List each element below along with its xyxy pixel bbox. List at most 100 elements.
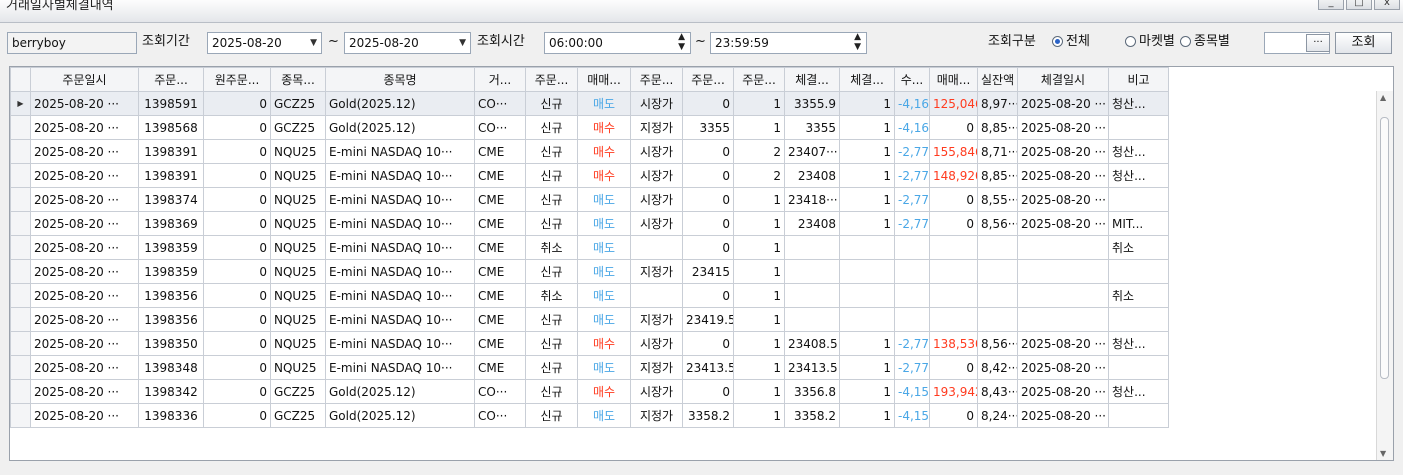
column-header-order-price[interactable]: 주문...: [682, 67, 734, 92]
row-header[interactable]: [10, 115, 31, 140]
minimize-button[interactable]: _: [1318, 0, 1344, 10]
column-header-order-no[interactable]: 주문...: [138, 67, 204, 92]
cell-fill-datetime: [1017, 259, 1109, 284]
column-header-fee[interactable]: 수...: [894, 67, 930, 92]
cell-symbol-name: E-mini NASDAQ 10···: [325, 139, 475, 164]
up-down-arrows-icon[interactable]: ▲ ▼: [854, 33, 861, 52]
cell-order-kind: 신규: [525, 403, 578, 428]
column-header-order-kind[interactable]: 주문...: [525, 67, 578, 92]
table-row[interactable]: 2025-08-20 ··· 1398391 0 NQU25 E-mini NASDAQ…: [10, 139, 1169, 164]
cell-fill-datetime: 2025-08-20 ···: [1017, 331, 1109, 356]
cell-order-datetime: 2025-08-20 ···: [30, 379, 139, 404]
row-header[interactable]: [10, 259, 31, 284]
column-header-fill-datetime[interactable]: 체결일시: [1017, 67, 1109, 92]
triangle-right-icon[interactable]: ▶: [10, 91, 31, 116]
table-row[interactable]: 2025-08-20 ··· 1398359 0 NQU25 E-mini NASDAQ…: [10, 259, 1169, 284]
date-to-dropdown[interactable]: 2025-08-20 ▼: [344, 32, 471, 54]
cell-symbol-code: GCZ25: [270, 379, 326, 404]
row-header[interactable]: [10, 211, 31, 236]
cell-fill-price: 3356.8: [784, 379, 840, 404]
up-down-arrows-icon[interactable]: ▲ ▼: [678, 33, 685, 52]
cell-fill-datetime: [1017, 307, 1109, 332]
row-header[interactable]: [10, 187, 31, 212]
scroll-up-icon[interactable]: ▲: [1380, 93, 1386, 102]
cell-symbol-code: NQU25: [270, 259, 326, 284]
cell-order-datetime: 2025-08-20 ···: [30, 403, 139, 428]
cell-order-qty: 1: [733, 115, 785, 140]
column-header-fill-price[interactable]: 체결...: [784, 67, 840, 92]
maximize-button[interactable]: □: [1346, 0, 1372, 10]
column-header-symbol-code[interactable]: 종목...: [270, 67, 326, 92]
scrollbar-thumb[interactable]: [1380, 117, 1389, 379]
column-header-exchange[interactable]: 거...: [474, 67, 526, 92]
row-header[interactable]: [10, 331, 31, 356]
column-header-real-balance[interactable]: 실잔액: [977, 67, 1018, 92]
cell-order-qty: 1: [733, 379, 785, 404]
row-header[interactable]: [10, 379, 31, 404]
cell-order-datetime: 2025-08-20 ···: [30, 355, 139, 380]
column-header-order-qty[interactable]: 주문...: [733, 67, 785, 92]
cell-fill-qty: 1: [839, 379, 895, 404]
cell-side: 매도: [577, 187, 631, 212]
row-header[interactable]: [10, 403, 31, 428]
time-to-spinner[interactable]: 23:59:59 ▲ ▼: [710, 32, 867, 54]
cell-orig-order-no: 0: [203, 331, 271, 356]
row-header[interactable]: [10, 139, 31, 164]
cell-orig-order-no: 0: [203, 211, 271, 236]
table-row[interactable]: 2025-08-20 ··· 1398348 0 NQU25 E-mini NASDAQ…: [10, 355, 1169, 380]
date-from-dropdown[interactable]: 2025-08-20 ▼: [207, 32, 322, 54]
cell-order-type: 시장가: [630, 139, 683, 164]
table-row[interactable]: 2025-08-20 ··· 1398342 0 GCZ25 Gold(2025.12)…: [10, 379, 1169, 404]
cell-order-type: 시장가: [630, 163, 683, 188]
radio-all[interactable]: 전체: [1052, 32, 1090, 54]
row-header[interactable]: [10, 283, 31, 308]
cell-fill-price: [784, 307, 840, 332]
table-row[interactable]: 2025-08-20 ··· 1398356 0 NQU25 E-mini NASDAQ…: [10, 283, 1169, 308]
cell-symbol-code: NQU25: [270, 283, 326, 308]
cell-fill-datetime: 2025-08-20 ···: [1017, 163, 1109, 188]
table-row[interactable]: 2025-08-20 ··· 1398350 0 NQU25 E-mini NASDAQ…: [10, 331, 1169, 356]
table-row[interactable]: ▶ 2025-08-20 ··· 1398591 0 GCZ25 Gold(2025.12…: [10, 91, 1169, 116]
cell-trade-pnl: [929, 259, 978, 284]
scroll-down-icon[interactable]: ▼: [1380, 449, 1386, 458]
row-header[interactable]: [10, 355, 31, 380]
table-row[interactable]: 2025-08-20 ··· 1398356 0 NQU25 E-mini NASDAQ…: [10, 307, 1169, 332]
close-button[interactable]: x: [1374, 0, 1400, 10]
cell-remarks: [1108, 355, 1169, 380]
row-header[interactable]: [10, 235, 31, 260]
column-header-side[interactable]: 매매...: [577, 67, 631, 92]
column-header-trade-pnl[interactable]: 매매...: [929, 67, 978, 92]
cell-real-balance: [977, 307, 1018, 332]
cell-order-datetime: 2025-08-20 ···: [30, 235, 139, 260]
cell-fee: [894, 235, 930, 260]
query-toolbar: berryboy 조회기간 2025-08-20 ▼ ~ 2025-08-20 …: [0, 30, 1403, 58]
column-header-fill-qty[interactable]: 체결...: [839, 67, 895, 92]
cell-fill-price: [784, 235, 840, 260]
cell-real-balance: 8,42···: [977, 355, 1018, 380]
radio-symbol[interactable]: 종목별: [1180, 32, 1230, 54]
cell-order-type: [630, 235, 683, 260]
column-header-remarks[interactable]: 비고: [1108, 67, 1169, 92]
table-row[interactable]: 2025-08-20 ··· 1398391 0 NQU25 E-mini NASDAQ…: [10, 163, 1169, 188]
column-header-order-datetime[interactable]: 주문일시: [30, 67, 139, 92]
table-row[interactable]: 2025-08-20 ··· 1398369 0 NQU25 E-mini NASDAQ…: [10, 211, 1169, 236]
column-header-order-type[interactable]: 주문...: [630, 67, 683, 92]
symbol-search-button[interactable]: ···: [1306, 34, 1330, 52]
user-id-field[interactable]: berryboy: [7, 32, 137, 54]
table-row[interactable]: 2025-08-20 ··· 1398568 0 GCZ25 Gold(2025.12)…: [10, 115, 1169, 140]
column-header-orig-order-no[interactable]: 원주문...: [203, 67, 271, 92]
table-row[interactable]: 2025-08-20 ··· 1398374 0 NQU25 E-mini NASDAQ…: [10, 187, 1169, 212]
radio-market[interactable]: 마켓별: [1125, 32, 1175, 54]
row-header[interactable]: [10, 307, 31, 332]
cell-orig-order-no: 0: [203, 259, 271, 284]
vertical-scrollbar[interactable]: ▲ ▼: [1376, 91, 1393, 460]
table-row[interactable]: 2025-08-20 ··· 1398359 0 NQU25 E-mini NASDAQ…: [10, 235, 1169, 260]
query-button[interactable]: 조회: [1335, 32, 1392, 54]
row-header[interactable]: [10, 163, 31, 188]
time-from-spinner[interactable]: 06:00:00 ▲ ▼: [544, 32, 691, 54]
cell-order-type: 시장가: [630, 331, 683, 356]
cell-side: 매수: [577, 331, 631, 356]
column-header-symbol-name[interactable]: 종목명: [325, 67, 475, 92]
cell-fill-qty: 1: [839, 115, 895, 140]
table-row[interactable]: 2025-08-20 ··· 1398336 0 GCZ25 Gold(2025.12)…: [10, 403, 1169, 428]
